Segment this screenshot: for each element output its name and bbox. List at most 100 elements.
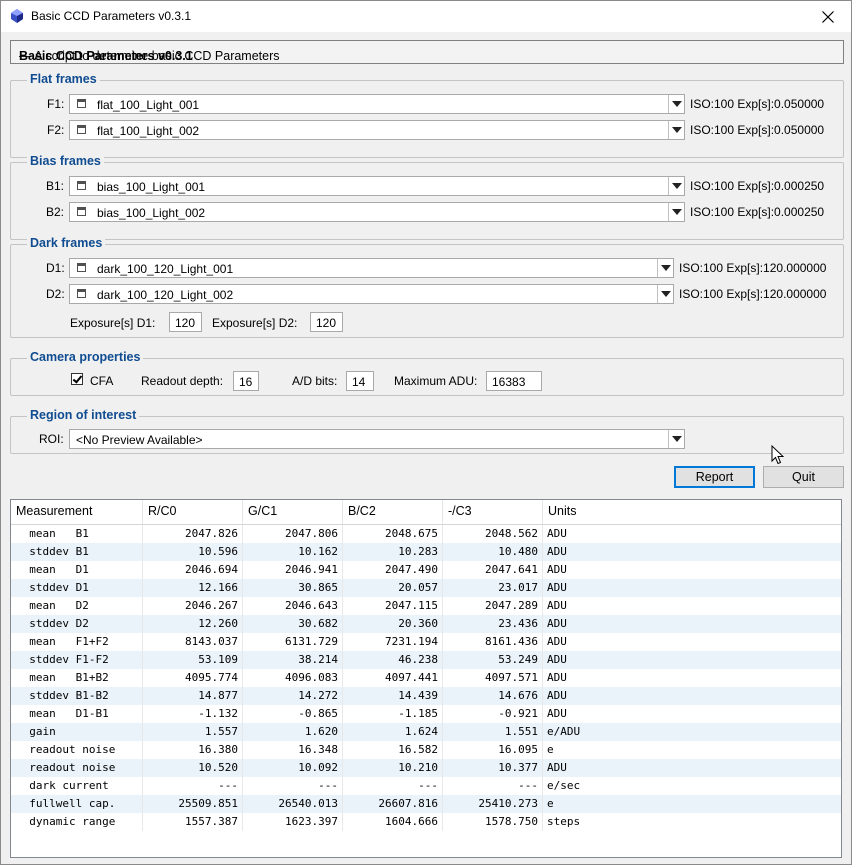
f2-label: F2: — [47, 123, 65, 137]
cell-b-c2: 20.057 — [343, 579, 443, 597]
cell-b-c2: 16.582 — [343, 741, 443, 759]
table-row[interactable]: mean D2 2046.267 2046.643 2047.115 2047.289 A… — [11, 597, 841, 615]
cell-r-c0: -1.132 — [143, 705, 243, 723]
maximum-adu-field[interactable]: 16383 — [486, 371, 542, 391]
cell-b-c2: 26607.816 — [343, 795, 443, 813]
cell-units: ADU — [547, 689, 567, 702]
table-row[interactable]: mean D1 2046.694 2046.941 2047.490 2047.641 A… — [11, 561, 841, 579]
report-button[interactable]: Report — [674, 466, 755, 488]
b2-info: ISO:100 Exp[s]:0.000250 — [690, 205, 825, 219]
exposure-d2-field[interactable]: 120 — [310, 312, 343, 332]
table-row[interactable]: stddev D2 12.260 30.682 20.360 23.436 ADU — [11, 615, 841, 633]
table-row[interactable]: mean F1+F2 8143.037 6131.729 7231.194 8161.4… — [11, 633, 841, 651]
cell-units: ADU — [547, 617, 567, 630]
chevron-down-icon[interactable] — [657, 259, 673, 277]
cell-measurement: dynamic range — [11, 813, 143, 831]
quit-button[interactable]: Quit — [763, 466, 844, 488]
cfa-checkbox[interactable] — [71, 373, 83, 385]
chevron-down-icon[interactable] — [668, 177, 684, 195]
column-header-units[interactable]: Units — [543, 500, 841, 524]
b1-combo[interactable]: bias_100_Light_001 — [69, 176, 685, 196]
chevron-down-icon[interactable] — [668, 121, 684, 139]
column-header-measurement[interactable]: Measurement — [11, 500, 143, 524]
title-bar[interactable]: Basic CCD Parameters v0.3.1 — [1, 1, 851, 32]
exposure-d1-label: Exposure[s] D1: — [70, 316, 156, 330]
cell-measurement: mean F1+F2 — [11, 633, 143, 651]
b1-label: B1: — [46, 179, 65, 193]
cell-units: steps — [547, 815, 581, 828]
camera-properties-title: Camera properties — [27, 350, 144, 364]
chevron-down-icon[interactable] — [668, 203, 684, 221]
exposure-d2-label: Exposure[s] D2: — [212, 316, 298, 330]
table-row[interactable]: stddev F1-F2 53.109 38.214 46.238 53.249 ADU — [11, 651, 841, 669]
chevron-down-icon[interactable] — [668, 430, 684, 448]
ad-bits-field[interactable]: 14 — [346, 371, 374, 391]
cell-b-c2: --- — [343, 777, 443, 795]
cell-r-c0: 1557.387 — [143, 813, 243, 831]
dialog-client: Basic CCD Parameters v0.3.1 — A script t… — [1, 32, 851, 864]
d2-info: ISO:100 Exp[s]:120.000000 — [679, 287, 827, 301]
f2-value: flat_100_Light_002 — [97, 124, 200, 138]
results-table[interactable]: Measurement R/C0 G/C1 B/C2 -/C3 Units me… — [10, 499, 842, 858]
cell-measurement: mean D1-B1 — [11, 705, 143, 723]
script-description: — A script to determine basic CCD Parame… — [19, 49, 280, 63]
chevron-down-icon[interactable] — [657, 285, 673, 303]
column-header-g-c1[interactable]: G/C1 — [243, 500, 343, 524]
table-row[interactable]: readout noise 10.520 10.092 10.210 10.377 ADU — [11, 759, 841, 777]
readout-depth-field[interactable]: 16 — [233, 371, 259, 391]
table-row[interactable]: fullwell cap. 25509.851 26540.013 26607.816… — [11, 795, 841, 813]
table-row[interactable]: readout noise 16.380 16.348 16.582 16.095 e — [11, 741, 841, 759]
app-window: Basic CCD Parameters v0.3.1 Basic CCD Pa… — [0, 0, 852, 865]
table-row[interactable]: dark current --- --- --- --- e/sec — [11, 777, 841, 795]
column-header-c3[interactable]: -/C3 — [443, 500, 543, 524]
pixinsight-icon — [11, 9, 23, 23]
cell-measurement: dark current — [11, 777, 143, 795]
table-row[interactable]: mean B1 2047.826 2047.806 2048.675 2048.562 A… — [11, 525, 841, 543]
chevron-down-icon[interactable] — [668, 95, 684, 113]
table-row[interactable]: stddev B1-B2 14.877 14.272 14.439 14.676 ADU — [11, 687, 841, 705]
cell-units: ADU — [547, 707, 567, 720]
table-row[interactable]: mean D1-B1 -1.132 -0.865 -1.185 -0.921 ADU — [11, 705, 841, 723]
cell-r-c0: 10.596 — [143, 543, 243, 561]
f1-combo[interactable]: flat_100_Light_001 — [69, 94, 685, 114]
table-row[interactable]: gain 1.557 1.620 1.624 1.551 e/ADU — [11, 723, 841, 741]
cell-c3: 16.095 — [443, 741, 543, 759]
exposure-d1-field[interactable]: 120 — [169, 312, 202, 332]
cell-c3: 23.436 — [443, 615, 543, 633]
view-icon — [77, 207, 86, 216]
close-icon — [822, 10, 834, 23]
roi-value: <No Preview Available> — [76, 433, 203, 447]
cell-b-c2: 2047.115 — [343, 597, 443, 615]
close-button[interactable] — [805, 1, 851, 32]
cell-r-c0: 2047.826 — [143, 525, 243, 543]
cell-units: e — [547, 743, 554, 756]
cell-c3: 2048.562 — [443, 525, 543, 543]
roi-combo[interactable]: <No Preview Available> — [69, 429, 685, 449]
cell-r-c0: 12.166 — [143, 579, 243, 597]
cell-measurement: mean B1 — [11, 525, 143, 543]
d1-info: ISO:100 Exp[s]:120.000000 — [679, 261, 827, 275]
f2-combo[interactable]: flat_100_Light_002 — [69, 120, 685, 140]
b2-label: B2: — [46, 205, 65, 219]
table-row[interactable]: stddev B1 10.596 10.162 10.283 10.480 ADU — [11, 543, 841, 561]
region-of-interest-title: Region of interest — [27, 408, 140, 422]
column-header-b-c2[interactable]: B/C2 — [343, 500, 443, 524]
maximum-adu-label: Maximum ADU: — [394, 374, 478, 388]
d1-combo[interactable]: dark_100_120_Light_001 — [69, 258, 674, 278]
cell-g-c1: 16.348 — [243, 741, 343, 759]
f1-info: ISO:100 Exp[s]:0.050000 — [690, 97, 825, 111]
d2-combo[interactable]: dark_100_120_Light_002 — [69, 284, 674, 304]
cell-c3: 53.249 — [443, 651, 543, 669]
cell-units: ADU — [547, 671, 567, 684]
cell-g-c1: -0.865 — [243, 705, 343, 723]
cell-measurement: stddev F1-F2 — [11, 651, 143, 669]
b2-combo[interactable]: bias_100_Light_002 — [69, 202, 685, 222]
column-header-r-c0[interactable]: R/C0 — [143, 500, 243, 524]
cell-r-c0: 1.557 — [143, 723, 243, 741]
table-row[interactable]: mean B1+B2 4095.774 4096.083 4097.441 4097.5… — [11, 669, 841, 687]
cell-units: e — [547, 797, 554, 810]
table-row[interactable]: stddev D1 12.166 30.865 20.057 23.017 ADU — [11, 579, 841, 597]
cell-c3: 14.676 — [443, 687, 543, 705]
table-row[interactable]: dynamic range 1557.387 1623.397 1604.666 157… — [11, 813, 841, 831]
cell-measurement: stddev B1-B2 — [11, 687, 143, 705]
